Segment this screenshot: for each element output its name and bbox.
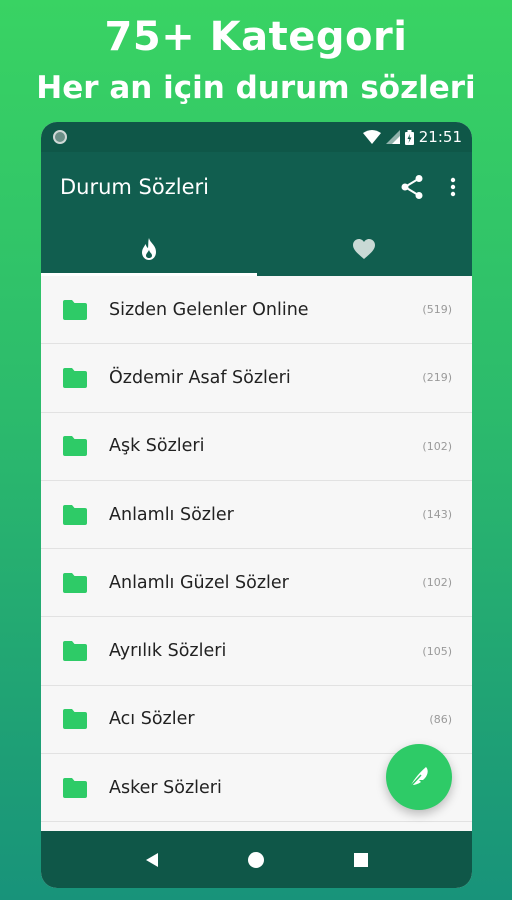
system-nav-bar bbox=[41, 831, 472, 888]
folder-icon bbox=[63, 572, 87, 593]
status-bar: 21:51 bbox=[41, 122, 472, 152]
app-title: Durum Sözleri bbox=[60, 175, 209, 199]
tab-popular[interactable] bbox=[41, 222, 257, 276]
category-label: Ayrılık Sözleri bbox=[109, 641, 227, 662]
write-quote-button[interactable] bbox=[386, 744, 452, 810]
folder-icon bbox=[63, 709, 87, 730]
folder-icon bbox=[63, 504, 87, 525]
category-label: Anlamlı Güzel Sözler bbox=[109, 572, 289, 593]
folder-icon bbox=[63, 777, 87, 798]
app-bar: Durum Sözleri bbox=[41, 152, 472, 222]
tab-favorites[interactable] bbox=[257, 222, 473, 276]
list-item[interactable]: Sizden Gelenler Online (519) bbox=[41, 276, 472, 345]
signal-icon bbox=[385, 130, 400, 144]
category-label: Sizden Gelenler Online bbox=[109, 299, 309, 320]
list-item[interactable]: Ayrılık Sözleri (105) bbox=[41, 617, 472, 686]
category-label: Anlamlı Sözler bbox=[109, 504, 234, 525]
tab-bar bbox=[41, 222, 472, 276]
category-count: (102) bbox=[422, 576, 452, 590]
folder-icon bbox=[63, 299, 87, 320]
category-list: Sizden Gelenler Online (519) Özdemir Asa… bbox=[41, 276, 472, 823]
wifi-icon bbox=[362, 130, 381, 144]
category-count: (86) bbox=[429, 712, 452, 726]
category-count: (143) bbox=[422, 508, 452, 522]
promo-title: 75+ Kategori bbox=[104, 14, 408, 60]
folder-icon bbox=[63, 367, 87, 388]
category-label: Acı Sözler bbox=[109, 709, 195, 730]
back-icon[interactable] bbox=[145, 852, 159, 868]
folder-icon bbox=[63, 641, 87, 662]
list-item[interactable]: Anlamlı Güzel Sözler (102) bbox=[41, 549, 472, 618]
category-count: (102) bbox=[422, 439, 452, 453]
phone-screen: 21:51 Durum Sözleri Sizden Gelenler Onli… bbox=[41, 122, 472, 888]
tab-indicator bbox=[41, 273, 257, 276]
share-icon[interactable] bbox=[400, 174, 424, 200]
category-label: Aşk Sözleri bbox=[109, 436, 205, 457]
fire-icon bbox=[141, 238, 156, 260]
feather-icon bbox=[408, 767, 428, 789]
notification-icon bbox=[53, 130, 67, 144]
home-icon[interactable] bbox=[247, 851, 265, 869]
list-item[interactable]: Özdemir Asaf Sözleri (219) bbox=[41, 344, 472, 413]
list-item[interactable]: Acı Sözler (86) bbox=[41, 686, 472, 755]
category-count: (219) bbox=[422, 371, 452, 385]
status-time: 21:51 bbox=[418, 128, 462, 146]
category-count: (519) bbox=[422, 303, 452, 317]
battery-icon bbox=[404, 129, 414, 145]
category-count: (105) bbox=[422, 644, 452, 658]
recents-icon[interactable] bbox=[353, 852, 368, 867]
folder-icon bbox=[63, 436, 87, 457]
list-item[interactable]: Aşk Sözleri (102) bbox=[41, 413, 472, 481]
category-label: Özdemir Asaf Sözleri bbox=[109, 367, 291, 388]
more-vert-icon[interactable] bbox=[450, 177, 456, 197]
promo-subtitle: Her an için durum sözleri bbox=[36, 70, 476, 106]
list-item[interactable]: Anlamlı Sözler (143) bbox=[41, 481, 472, 550]
heart-icon bbox=[353, 239, 376, 259]
